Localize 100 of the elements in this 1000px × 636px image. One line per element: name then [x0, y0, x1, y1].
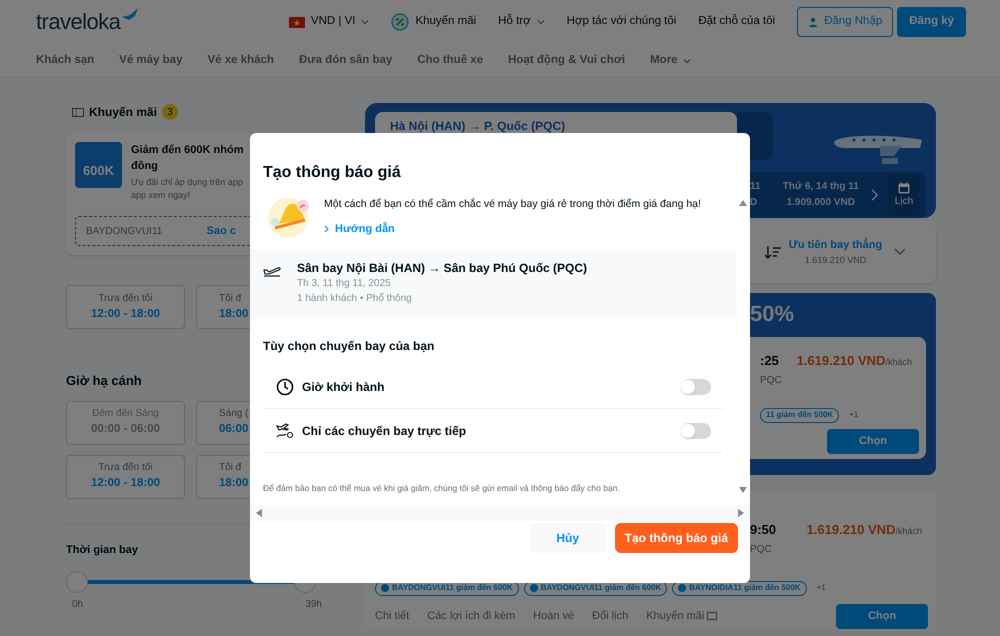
calendar-icon: [898, 182, 910, 194]
trip-passengers: 1 hành khách • Phổ thông: [297, 292, 413, 306]
discount-icon: [391, 13, 410, 31]
section-title: Khuyến mãi: [89, 104, 158, 121]
airport-code: PQC: [750, 542, 773, 556]
banner-text: 50%: [750, 301, 794, 326]
chevron-down-icon: [894, 248, 906, 256]
slot-label: Tối đ: [219, 292, 242, 306]
detail-tab[interactable]: Các lợi ích đi kèm: [427, 608, 516, 624]
slot-label: Tối đ: [219, 461, 242, 476]
currency-selector[interactable]: VND | VI: [288, 13, 370, 31]
toggle-switch[interactable]: [681, 422, 711, 438]
promo-title: Giảm đến 600K nhóm đông: [131, 143, 244, 174]
slot-time: 00:00 - 06:00: [90, 422, 160, 438]
register-button[interactable]: Đăng ký: [897, 7, 966, 37]
horizontal-scrollbar[interactable]: [250, 504, 750, 521]
select-button[interactable]: Chọn: [836, 604, 928, 628]
date-label: Thứ 6, 14 thg 11: [782, 180, 859, 194]
date-price: 1.909.000 VND: [786, 196, 855, 210]
detail-tab[interactable]: Chi tiết: [375, 608, 410, 624]
detail-tab[interactable]: Hoàn vé: [533, 608, 574, 624]
bird-icon: [120, 7, 140, 23]
nav-link[interactable]: Khuyến mãi: [391, 13, 476, 31]
date-item[interactable]: Thứ 6, 14 thg 11 1.909.000 VND: [782, 179, 859, 211]
slot-time: 06:00: [219, 422, 248, 438]
slider-max: 39h: [305, 598, 322, 612]
flight-price: 1.619.210 VND/khách: [796, 352, 912, 370]
nav-link[interactable]: Đặt chỗ của tôi: [698, 13, 776, 31]
flag-icon: [288, 16, 305, 28]
create-alert-button[interactable]: Tạo thông báo giá: [614, 523, 738, 553]
date-item[interactable]: 11 D: [750, 179, 777, 211]
scroll-right-icon: [736, 508, 746, 518]
intro-text: Một cách để bạn có thể cầm chắc vé máy bay giá rẻ trong thời điểm giá đang hạ!: [324, 197, 701, 212]
category-link[interactable]: Cho thuê xe: [417, 52, 484, 70]
scroll-left-icon: [254, 508, 264, 518]
copy-link[interactable]: Sao c: [206, 222, 236, 240]
chevron-right-icon: [870, 188, 878, 202]
category-link[interactable]: Đưa đón sân bay: [298, 52, 392, 70]
guide-link[interactable]: Hướng dẫn: [324, 220, 701, 238]
promo-description: app xem ngay!: [131, 189, 190, 202]
caret-icon: [682, 58, 691, 64]
coupon-icon: [678, 584, 686, 592]
category-link[interactable]: More: [650, 52, 691, 70]
slot-label: Đêm đến Sáng: [92, 407, 159, 422]
slider-handle[interactable]: [66, 571, 88, 593]
time-slot[interactable]: Trưa đến tối 12:00 - 18:00: [66, 454, 185, 498]
caret-icon: [536, 19, 545, 25]
promo-image-text: 600K: [82, 162, 114, 180]
slot-label: Trưa đến tối: [98, 461, 153, 476]
slot-time: 18:00: [219, 476, 248, 492]
slot-time: 12:00 - 18:00: [90, 476, 160, 492]
sort-label: Ưu tiên bay thẳng: [788, 237, 882, 253]
sort-icon: [765, 246, 781, 258]
calendar-button[interactable]: Lịch: [888, 174, 920, 216]
slider-min: 0h: [72, 598, 84, 612]
person-icon: [808, 17, 818, 27]
category-link[interactable]: Vé máy bay: [119, 52, 182, 70]
select-button[interactable]: Chọn: [827, 428, 919, 454]
count-badge: 3: [162, 104, 178, 120]
flight-time: 9:50: [750, 521, 776, 539]
caret-icon: [361, 19, 370, 25]
ticket-icon: [72, 108, 84, 116]
category-link[interactable]: Khách sạn: [36, 52, 94, 70]
detail-tab[interactable]: Đổi lịch: [592, 608, 628, 624]
section-title: Thời gian bay: [66, 542, 138, 558]
more-tag: +1: [844, 408, 864, 422]
time-slot[interactable]: Trưa đến tối 12:00 - 18:00: [66, 285, 185, 329]
coupon-icon: [381, 584, 389, 592]
more-tag: +1: [812, 580, 831, 596]
promo-description: Ưu đãi chỉ áp dụng trên app: [131, 176, 243, 189]
dialog-title: Tạo thông báo giá: [262, 163, 402, 183]
scroll-down-icon: [738, 485, 748, 495]
clock-icon: [276, 378, 294, 396]
nav-link[interactable]: Hợp tác với chúng tôi: [566, 13, 676, 31]
date-price: D: [750, 196, 758, 210]
nav-link[interactable]: Hỗ trợ: [498, 13, 545, 31]
flight-price: 1.619.210 VND/khách: [806, 521, 922, 539]
slot-time: 18:00: [219, 306, 248, 322]
ticket-icon: [707, 612, 718, 620]
scroll-up-icon: [738, 198, 748, 208]
plane-pin-icon: [276, 422, 294, 440]
slot-label: Trưa đến tối: [98, 292, 153, 306]
date-label: 11: [750, 180, 761, 194]
detail-tab[interactable]: Khuyến mãi: [646, 608, 718, 624]
trip-route: Sân bay Nội Bài (HAN) → Sân bay Phú Quốc (PQC): [297, 261, 588, 276]
sort-price: 1.619.210 VND: [804, 254, 866, 266]
sort-option[interactable]: Ưu tiên bay thẳng 1.619.210 VND: [788, 237, 882, 267]
toggle-switch[interactable]: [681, 378, 711, 394]
options-title: Tùy chọn chuyến bay của bạn: [262, 338, 436, 355]
category-link[interactable]: Hoạt động & Vui chơi: [508, 52, 626, 70]
chevron-right-icon: [324, 225, 329, 233]
login-button[interactable]: Đăng Nhập: [797, 7, 894, 37]
promo-code: BAYDONGVUI11: [86, 224, 162, 238]
option-label: Chỉ các chuyến bay trực tiếp: [302, 422, 466, 440]
slot-label: Sáng (: [219, 407, 248, 422]
option-label: Giờ khởi hành: [302, 378, 384, 396]
slot-time: 12:00 - 18:00: [90, 306, 160, 322]
category-link[interactable]: Vé xe khách: [207, 52, 274, 70]
cancel-button[interactable]: Hủy: [528, 523, 607, 553]
note-text: Để đảm bảo bạn có thể mua vé khi giá giảm, chúng tôi sẽ gửi email và thông báo đẩy cho bạn.: [262, 482, 621, 495]
